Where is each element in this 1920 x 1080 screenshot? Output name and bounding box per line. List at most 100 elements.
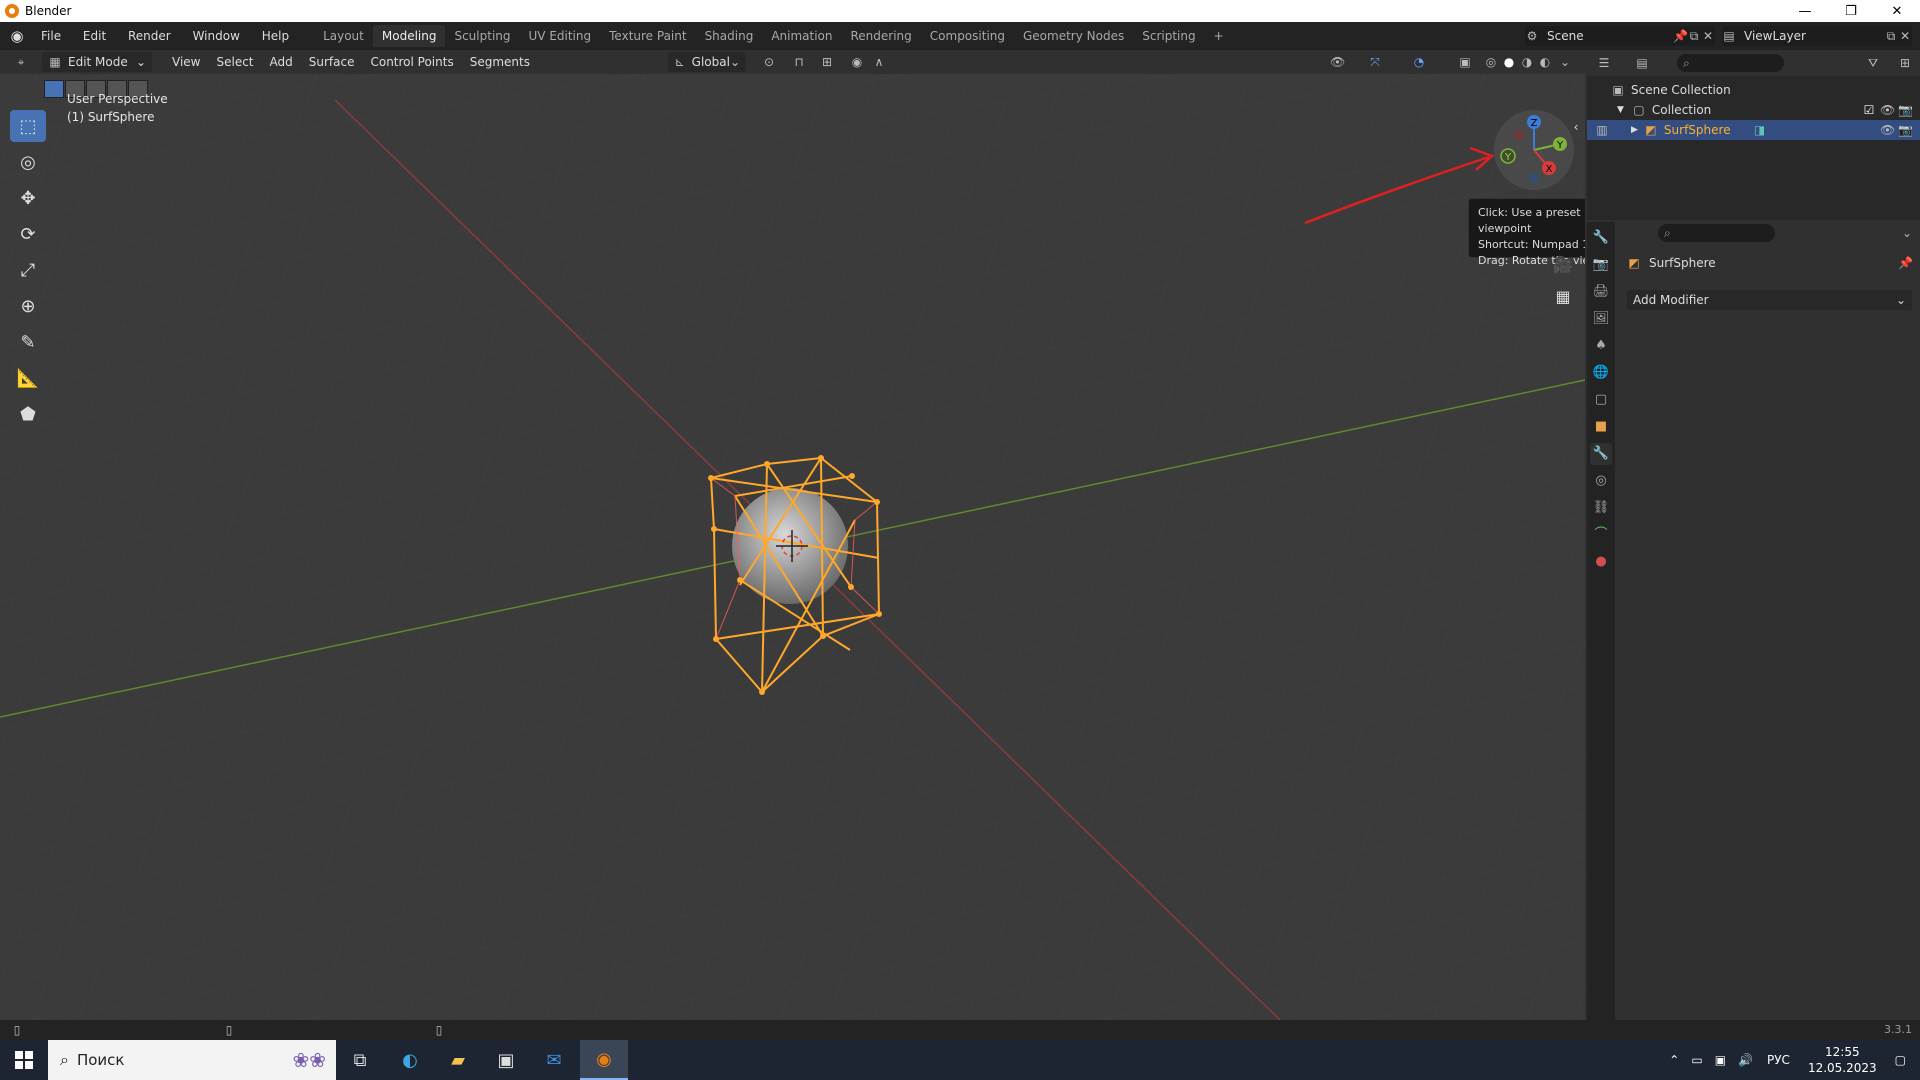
- menu-window[interactable]: Window: [184, 29, 249, 43]
- new-view-layer-icon[interactable]: ⧉: [1884, 29, 1898, 43]
- close-button[interactable]: ✕: [1874, 0, 1920, 22]
- file-explorer-app[interactable]: ▰: [434, 1040, 482, 1080]
- filter-icon[interactable]: ⛛: [1866, 56, 1880, 70]
- snap-icon[interactable]: ⊓: [792, 55, 806, 69]
- material-shading-icon[interactable]: ◑: [1520, 55, 1534, 69]
- tab-data[interactable]: ⌒: [1590, 524, 1612, 546]
- display-icon[interactable]: ▣: [1715, 1053, 1726, 1067]
- pin-icon[interactable]: 📌: [1673, 29, 1688, 43]
- transform-tool[interactable]: ⊕: [10, 290, 46, 322]
- edge-app[interactable]: ◐: [386, 1040, 434, 1080]
- perspective-toggle-icon[interactable]: ▦: [1552, 286, 1574, 308]
- add-modifier-button[interactable]: Add Modifier ⌄: [1627, 290, 1912, 310]
- language-indicator[interactable]: РУС: [1767, 1053, 1790, 1067]
- rotate-tool[interactable]: ⟳: [10, 218, 46, 250]
- tray-chevron-up-icon[interactable]: ⌃: [1669, 1053, 1679, 1067]
- tab-geometry-nodes[interactable]: Geometry Nodes: [1014, 25, 1133, 47]
- snap-target-icon[interactable]: ⊞: [820, 55, 834, 69]
- blender-app[interactable]: ◉: [580, 1040, 628, 1080]
- tab-physics[interactable]: ◎: [1590, 470, 1612, 492]
- tab-modifiers[interactable]: 🔧: [1590, 443, 1612, 465]
- add-workspace-button[interactable]: +: [1205, 25, 1233, 47]
- clock[interactable]: 12:55 12.05.2023: [1808, 1044, 1877, 1076]
- new-collection-icon[interactable]: ⊞: [1898, 56, 1912, 70]
- pivot-icon[interactable]: ⊙: [762, 55, 776, 69]
- select-new-button[interactable]: [44, 80, 64, 98]
- sidebar-toggle-icon[interactable]: ‹: [1570, 116, 1582, 138]
- notifications-icon[interactable]: ▢: [1895, 1053, 1906, 1067]
- measure-tool[interactable]: 📐: [10, 362, 46, 394]
- select-box-tool[interactable]: ⬚: [10, 110, 46, 142]
- camera-view-icon[interactable]: 🎥: [1552, 254, 1574, 276]
- tab-compositing[interactable]: Compositing: [921, 25, 1014, 47]
- surface-data-icon[interactable]: ◨: [1753, 123, 1767, 137]
- cursor-tool[interactable]: ◎: [10, 146, 46, 178]
- store-app[interactable]: ▣: [482, 1040, 530, 1080]
- falloff-icon[interactable]: ∧: [872, 55, 886, 69]
- menu-add[interactable]: Add: [262, 55, 301, 69]
- outliner-search-input[interactable]: ⌕: [1677, 54, 1784, 72]
- tab-world[interactable]: 🌐: [1590, 362, 1612, 384]
- menu-help[interactable]: Help: [253, 29, 298, 43]
- new-scene-icon[interactable]: ⧉: [1687, 29, 1701, 43]
- tab-view-layer[interactable]: 🖼: [1590, 308, 1612, 330]
- menu-segments[interactable]: Segments: [462, 55, 538, 69]
- camera-icon[interactable]: 📷: [1898, 123, 1913, 137]
- menu-render[interactable]: Render: [119, 29, 180, 43]
- wireframe-shading-icon[interactable]: ◎: [1484, 55, 1498, 69]
- expand-arrow-icon[interactable]: ▶: [1631, 125, 1638, 135]
- tab-texture-paint[interactable]: Texture Paint: [600, 25, 695, 47]
- volume-icon[interactable]: 🔊: [1738, 1053, 1753, 1067]
- 3d-viewport[interactable]: ⌖ ▦ Edit Mode ⌄ View Select Add Surface …: [0, 50, 1585, 1020]
- move-tool[interactable]: ✥: [10, 182, 46, 214]
- scene-selector[interactable]: ⚙ Scene 📌 ⧉ ✕: [1525, 26, 1715, 46]
- menu-select[interactable]: Select: [208, 55, 261, 69]
- outliner-row-scene-collection[interactable]: ▣ Scene Collection: [1587, 80, 1920, 100]
- camera-icon[interactable]: 📷: [1898, 103, 1913, 117]
- network-icon[interactable]: ▭: [1691, 1053, 1702, 1067]
- view-layer-selector[interactable]: ▤ ViewLayer ⧉ ✕: [1722, 26, 1912, 46]
- task-view-button[interactable]: ⧉: [336, 1040, 384, 1080]
- tab-animation[interactable]: Animation: [762, 25, 841, 47]
- xray-icon[interactable]: ▣: [1458, 55, 1472, 69]
- tab-material[interactable]: ●: [1590, 551, 1612, 573]
- menu-surface[interactable]: Surface: [301, 55, 363, 69]
- tab-modeling[interactable]: Modeling: [372, 25, 446, 47]
- menu-view[interactable]: View: [164, 55, 208, 69]
- eye-icon[interactable]: 👁: [1880, 123, 1895, 137]
- chevron-down-icon[interactable]: ⌄: [1900, 226, 1914, 240]
- shading-options-icon[interactable]: ⌄: [1558, 55, 1572, 69]
- tab-uv-editing[interactable]: UV Editing: [520, 25, 601, 47]
- tab-rendering[interactable]: Rendering: [842, 25, 921, 47]
- delete-scene-icon[interactable]: ✕: [1701, 29, 1715, 43]
- tab-collection[interactable]: ▢: [1590, 389, 1612, 411]
- rendered-shading-icon[interactable]: ◐: [1538, 55, 1552, 69]
- properties-search-input[interactable]: ⌕: [1658, 224, 1775, 242]
- pin-icon[interactable]: 📌: [1898, 256, 1913, 270]
- display-mode-icon[interactable]: ▤: [1635, 56, 1649, 70]
- transform-orientation-dropdown[interactable]: ⊾ Global ⌄: [668, 52, 746, 72]
- outliner-editor-icon[interactable]: ☰: [1597, 56, 1611, 70]
- checkbox-icon[interactable]: ☑: [1862, 103, 1876, 117]
- minimize-button[interactable]: —: [1782, 0, 1828, 22]
- overlays-icon[interactable]: ◔: [1412, 55, 1426, 69]
- annotate-tool[interactable]: ✎: [10, 326, 46, 358]
- scale-tool[interactable]: ⤢: [10, 254, 46, 286]
- tab-render[interactable]: 📷: [1590, 254, 1612, 276]
- proportional-edit-icon[interactable]: ◉: [850, 55, 864, 69]
- expand-arrow-icon[interactable]: ▼: [1617, 105, 1624, 115]
- navigation-gizmo[interactable]: Z Y X Y: [1494, 110, 1574, 190]
- menu-file[interactable]: File: [32, 29, 70, 43]
- tab-output[interactable]: 🖨: [1590, 281, 1612, 303]
- tab-tool[interactable]: 🔧: [1590, 227, 1612, 249]
- visibility-icon[interactable]: 👁: [1330, 55, 1345, 69]
- menu-edit[interactable]: Edit: [74, 29, 115, 43]
- mode-dropdown[interactable]: ▦ Edit Mode ⌄: [42, 52, 152, 72]
- menu-control-points[interactable]: Control Points: [362, 55, 461, 69]
- tab-constraints[interactable]: ⛓: [1590, 497, 1612, 519]
- gizmo-toggle-icon[interactable]: ⤧: [1368, 55, 1382, 69]
- outliner-row-surfsphere[interactable]: ▥ ▶ ◩ SurfSphere ◨ 👁 📷: [1587, 120, 1920, 140]
- tab-layout[interactable]: Layout: [314, 25, 373, 47]
- extrude-tool[interactable]: ⬟: [10, 398, 46, 430]
- tab-sculpting[interactable]: Sculpting: [445, 25, 519, 47]
